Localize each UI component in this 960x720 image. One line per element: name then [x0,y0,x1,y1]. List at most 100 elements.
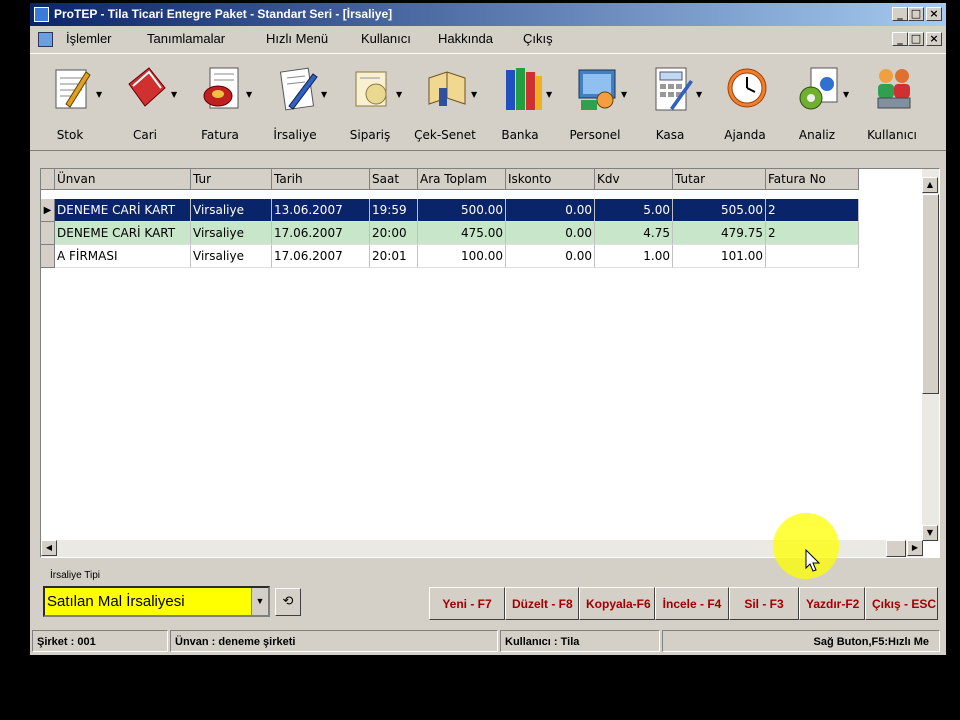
toolbar-irsaliye-button[interactable]: ▼ İrsaliye [259,60,331,146]
cell-saat[interactable]: 20:00 [370,222,418,245]
column-header-iskonto[interactable]: Iskonto [506,169,595,190]
dropdown-arrow-icon[interactable]: ▼ [546,90,552,99]
cell-ara-toplam[interactable]: 100.00 [418,245,506,268]
dropdown-arrow-icon[interactable]: ▼ [843,90,849,99]
calculator-icon [655,67,693,111]
dropdown-arrow-icon[interactable]: ▼ [321,90,327,99]
column-header-kdv[interactable]: Kdv [595,169,673,190]
duzelt-button[interactable]: Düzelt - F8 [505,587,579,620]
yeni-button[interactable]: Yeni - F7 [429,587,505,620]
close-button[interactable]: × [926,7,942,21]
sil-button[interactable]: Sil - F3 [729,587,799,620]
cell-tutar[interactable]: 479.75 [673,222,766,245]
menu-kullanici[interactable]: Kullanıcı [361,31,411,46]
toolbar-cek-senet-button[interactable]: ▼ Çek-Senet [409,60,481,146]
cell-iskonto[interactable]: 0.00 [506,222,595,245]
menu-tanimlamalar[interactable]: Tanımlamalar [147,31,225,46]
minimize-button[interactable]: _ [892,7,908,21]
cell-saat[interactable]: 20:01 [370,245,418,268]
cell-tur[interactable]: Virsaliye [191,199,272,222]
cell-tarih[interactable]: 17.06.2007 [272,222,370,245]
irsaliye-grid[interactable]: Ünvan Tur Tarih Saat Ara Toplam Iskonto … [40,168,940,558]
menu-hakkinda[interactable]: Hakkında [438,31,493,46]
vertical-scrollbar[interactable]: ▲ ▼ [922,169,939,541]
table-row[interactable]: A FİRMASI Virsaliye 17.06.2007 20:01 100… [41,245,941,268]
cell-saat[interactable]: 19:59 [370,199,418,222]
column-header-fatura-no[interactable]: Fatura No [766,169,859,190]
child-restore-button[interactable]: □ [908,32,924,46]
scroll-left-icon[interactable]: ◀ [41,540,57,556]
refresh-icon[interactable]: ⟲ [275,588,301,616]
cell-unvan[interactable]: DENEME CARİ KART [55,199,191,222]
chevron-down-icon[interactable]: ▼ [251,588,268,615]
analysis-icon [799,67,838,110]
horizontal-scroll-thumb[interactable] [886,540,906,557]
toolbar-personel-button[interactable]: ▼ Personel [559,60,631,146]
toolbar-banka-button[interactable]: ▼ Banka [484,60,556,146]
column-header-unvan[interactable]: Ünvan [55,169,191,190]
column-header-tutar[interactable]: Tutar [673,169,766,190]
column-header-tur[interactable]: Tur [191,169,272,190]
cell-ara-toplam[interactable]: 475.00 [418,222,506,245]
toolbar-cari-button[interactable]: ▼ Cari [109,60,181,146]
cell-iskonto[interactable]: 0.00 [506,245,595,268]
toolbar-fatura-button[interactable]: ▼ Fatura [184,60,256,146]
invoice-icon [203,67,239,109]
vertical-scroll-thumb[interactable] [922,194,939,394]
cell-unvan[interactable]: A FİRMASI [55,245,191,268]
toolbar-kasa-button[interactable]: ▼ Kasa [634,60,706,146]
column-header-tarih[interactable]: Tarih [272,169,370,190]
cell-fatura-no[interactable] [766,245,859,268]
table-row[interactable]: DENEME CARİ KART Virsaliye 17.06.2007 20… [41,222,941,245]
menu-hizli-menu[interactable]: Hızlı Menü [266,31,328,46]
cell-fatura-no[interactable]: 2 [766,222,859,245]
child-minimize-button[interactable]: _ [892,32,908,46]
dropdown-arrow-icon[interactable]: ▼ [621,90,627,99]
toolbar-ajanda-button[interactable]: Ajanda [709,60,781,146]
column-header-saat[interactable]: Saat [370,169,418,190]
cell-tarih[interactable]: 17.06.2007 [272,245,370,268]
toolbar-siparis-button[interactable]: ▼ Sipariş [334,60,406,146]
dropdown-arrow-icon[interactable]: ▼ [396,90,402,99]
cell-tarih[interactable]: 13.06.2007 [272,199,370,222]
toolbar-kullanici-button[interactable]: Kullanıcı [856,60,928,146]
cikis-button[interactable]: Çıkış - ESC [865,587,938,620]
toolbar-stok-button[interactable]: ▼ Stok [34,60,106,146]
child-window-icon[interactable] [38,32,53,47]
kopyala-button[interactable]: Kopyala-F6 [579,587,655,620]
row-indicator [41,222,55,245]
dropdown-arrow-icon[interactable]: ▼ [471,90,477,99]
cell-iskonto[interactable]: 0.00 [506,199,595,222]
cell-ara-toplam[interactable]: 500.00 [418,199,506,222]
scroll-up-icon[interactable]: ▲ [922,177,938,193]
cell-kdv[interactable]: 5.00 [595,199,673,222]
app-icon[interactable] [34,7,49,22]
cell-tutar[interactable]: 101.00 [673,245,766,268]
table-row[interactable]: ▶ DENEME CARİ KART Virsaliye 13.06.2007 … [41,199,941,222]
toolbar-analiz-button[interactable]: ▼ Analiz [781,60,853,146]
toolbar-label: Kasa [655,128,685,142]
incele-button[interactable]: İncele - F4 [655,587,729,620]
cell-tur[interactable]: Virsaliye [191,222,272,245]
dropdown-arrow-icon[interactable]: ▼ [96,90,102,99]
child-close-button[interactable]: × [926,32,942,46]
waybill-icon [279,67,318,111]
cell-fatura-no[interactable]: 2 [766,199,859,222]
yazdir-button[interactable]: Yazdır-F2 [799,587,865,620]
cell-kdv[interactable]: 4.75 [595,222,673,245]
title-bar[interactable]: ProTEP - Tila Ticari Entegre Paket - Sta… [30,3,946,26]
irsaliye-tipi-select[interactable]: Satılan Mal İrsaliyesi ▼ [43,586,270,617]
cell-tutar[interactable]: 505.00 [673,199,766,222]
cell-unvan[interactable]: DENEME CARİ KART [55,222,191,245]
dropdown-arrow-icon[interactable]: ▼ [171,90,177,99]
scroll-down-icon[interactable]: ▼ [922,525,938,541]
scroll-right-icon[interactable]: ▶ [907,540,923,556]
menu-cikis[interactable]: Çıkış [523,31,553,46]
cell-kdv[interactable]: 1.00 [595,245,673,268]
cell-tur[interactable]: Virsaliye [191,245,272,268]
maximize-button[interactable]: □ [908,7,924,21]
menu-islemler[interactable]: İşlemler [66,31,112,46]
dropdown-arrow-icon[interactable]: ▼ [246,90,252,99]
column-header-ara-toplam[interactable]: Ara Toplam [418,169,506,190]
dropdown-arrow-icon[interactable]: ▼ [696,90,702,99]
